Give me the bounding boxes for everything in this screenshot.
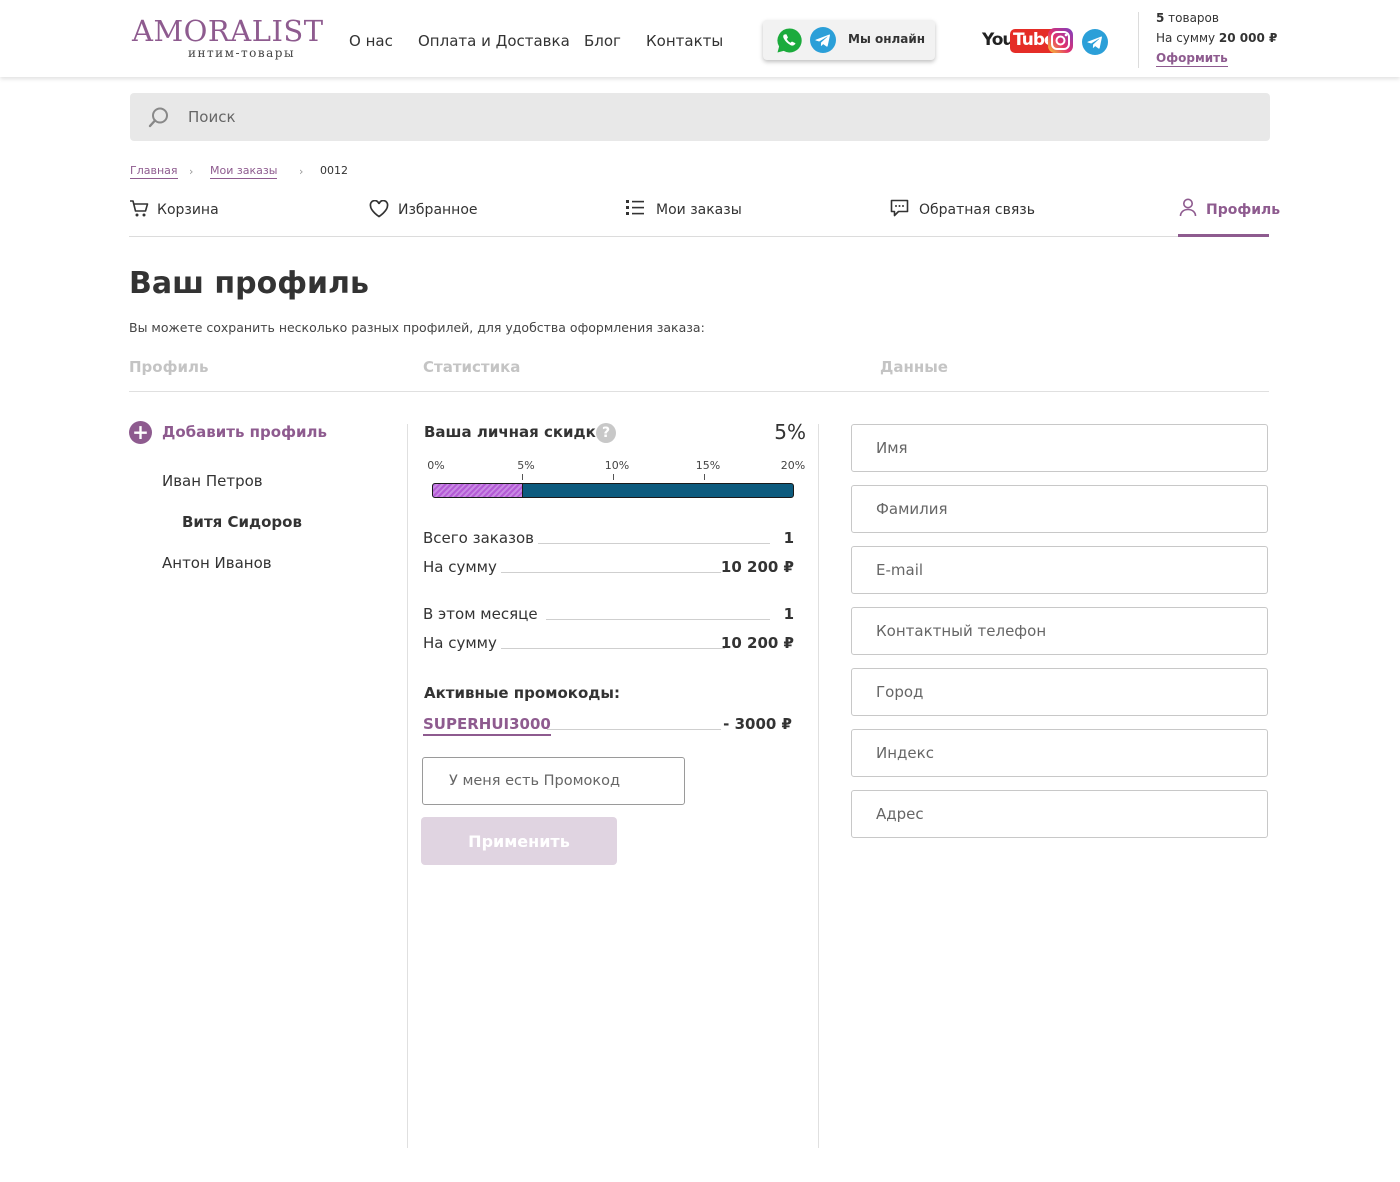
search-bar: [130, 93, 1270, 141]
header-divider: [1138, 12, 1139, 68]
tab-profile[interactable]: Профиль: [1179, 198, 1280, 224]
logo-tagline: интим-товары: [188, 46, 296, 60]
telegram-social-icon[interactable]: [1082, 29, 1108, 55]
address-field[interactable]: [851, 790, 1268, 838]
whatsapp-icon[interactable]: [776, 27, 803, 54]
page-description: Вы можете сохранить несколько разных про…: [129, 320, 705, 335]
leader-line: [538, 543, 770, 544]
breadcrumb-separator: ›: [189, 165, 194, 178]
tab-my-orders-label: Мои заказы: [656, 202, 742, 218]
apply-promo-button[interactable]: Применить: [421, 817, 617, 865]
profile-item-selected[interactable]: Витя Сидоров: [182, 513, 302, 531]
cart-sum-label: На сумму: [1156, 31, 1219, 45]
search-icon: [148, 107, 168, 128]
tabs-divider: [129, 236, 1269, 237]
nav-blog[interactable]: Блог: [584, 32, 621, 50]
email-field[interactable]: [851, 546, 1268, 594]
logo[interactable]: AMORALIST: [132, 14, 324, 48]
scale-tick: [613, 474, 614, 480]
tab-cart[interactable]: Корзина: [129, 198, 229, 224]
promo-discount-value: - 3000 ₽: [723, 715, 792, 733]
leader-line: [501, 572, 721, 573]
column-separator: [407, 424, 408, 1148]
column-header-profile: Профиль: [129, 358, 209, 376]
scale-tick-label: 20%: [780, 459, 806, 472]
total-sum-value: 10 200 ₽: [720, 558, 794, 576]
month-sum-value: 10 200 ₽: [720, 634, 794, 652]
city-field[interactable]: [851, 668, 1268, 716]
cart-sum: На сумму 20 000 ₽: [1156, 31, 1277, 45]
month-sum-label: На сумму: [423, 634, 497, 652]
postal-code-field[interactable]: [851, 729, 1268, 777]
month-orders-value: 1: [783, 605, 794, 623]
tab-favorites-label: Избранное: [398, 202, 478, 218]
leader-line: [546, 619, 770, 620]
phone-field[interactable]: [851, 607, 1268, 655]
tab-cart-label: Корзина: [157, 202, 219, 218]
profile-item[interactable]: Антон Иванов: [162, 554, 272, 572]
scale-tick-label: 5%: [517, 459, 535, 472]
first-name-field[interactable]: [851, 424, 1268, 472]
help-icon[interactable]: ?: [596, 423, 616, 443]
discount-label: Ваша личная скидка:: [424, 423, 612, 441]
tab-feedback-label: Обратная связь: [919, 202, 1035, 218]
promo-title: Активные промокоды:: [424, 684, 620, 702]
active-tab-indicator: [1178, 234, 1269, 237]
instagram-icon[interactable]: [1048, 28, 1073, 53]
youtube-logo-you: You: [982, 30, 1015, 50]
tab-favorites[interactable]: Избранное: [369, 198, 489, 224]
nav-contacts[interactable]: Контакты: [646, 32, 723, 50]
checkout-link[interactable]: Оформить: [1156, 51, 1228, 67]
add-icon: +: [129, 421, 152, 444]
last-name-field[interactable]: [851, 485, 1268, 533]
telegram-icon[interactable]: [810, 27, 836, 53]
online-chat-button[interactable]: Мы онлайн: [763, 20, 935, 60]
list-icon: [626, 200, 644, 215]
cart-count-label: товаров: [1164, 11, 1219, 25]
column-separator: [818, 424, 819, 1148]
promo-code-input[interactable]: [422, 757, 685, 805]
leader-line: [501, 648, 725, 649]
nav-payment-delivery[interactable]: Оплата и Доставка: [418, 32, 570, 50]
profile-item[interactable]: Иван Петров: [162, 472, 263, 490]
breadcrumb-orders[interactable]: Мои заказы: [210, 164, 278, 179]
total-orders-value: 1: [783, 529, 794, 547]
month-orders-label: В этом месяце: [423, 605, 538, 623]
search-input[interactable]: [188, 93, 1248, 141]
scale-tick: [522, 474, 523, 480]
online-label: Мы онлайн: [848, 32, 926, 46]
heart-icon: [369, 200, 389, 218]
total-sum-label: На сумму: [423, 558, 497, 576]
scale-tick-label: 10%: [604, 459, 630, 472]
breadcrumb-separator: ›: [299, 165, 304, 178]
promo-code-link[interactable]: SUPERHUI3000: [423, 715, 551, 736]
chat-icon: [890, 199, 909, 217]
breadcrumb-home[interactable]: Главная: [130, 164, 178, 179]
tab-feedback[interactable]: Обратная связь: [890, 198, 1035, 224]
column-header-data: Данные: [880, 358, 948, 376]
cart-count: 5 товаров: [1156, 11, 1219, 25]
cart-icon: [130, 200, 149, 217]
tab-my-orders[interactable]: Мои заказы: [626, 198, 746, 224]
discount-value: 5%: [774, 420, 806, 444]
tab-profile-label: Профиль: [1206, 202, 1281, 218]
scale-tick: [704, 474, 705, 480]
discount-progress-bar: [432, 483, 794, 498]
cart-sum-value: 20 000 ₽: [1218, 31, 1278, 45]
scale-tick-label: 0%: [427, 459, 445, 472]
nav-about[interactable]: О нас: [349, 32, 393, 50]
add-profile-label: Добавить профиль: [162, 423, 327, 441]
scale-tick-label: 15%: [695, 459, 721, 472]
columns-divider: [129, 391, 1269, 392]
site-header: AMORALIST интим-товары О нас Оплата и До…: [0, 0, 1400, 77]
breadcrumb-current: 0012: [320, 164, 348, 177]
leader-line: [547, 729, 721, 730]
column-header-statistics: Статистика: [423, 358, 521, 376]
discount-progress-fill: [433, 484, 523, 497]
total-orders-label: Всего заказов: [423, 529, 535, 547]
page-title: Ваш профиль: [129, 266, 369, 301]
user-icon: [1179, 198, 1197, 217]
